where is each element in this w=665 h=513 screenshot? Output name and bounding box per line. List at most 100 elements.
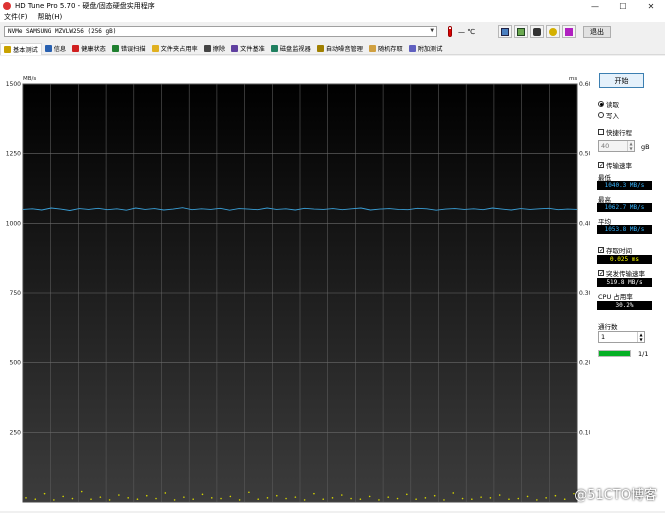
access-time-point bbox=[71, 497, 74, 500]
screenshot-button[interactable] bbox=[530, 25, 544, 38]
drive-select[interactable]: NVMe SAMSUNG MZVLW256 (256 gB) ▼ bbox=[4, 26, 437, 37]
spin-arrows-icon[interactable]: ▲ ▼ bbox=[627, 141, 634, 151]
y2-tick-label: 0.30 bbox=[579, 290, 590, 297]
tab-8[interactable]: 自动噪音管理 bbox=[314, 43, 366, 55]
access-time-checkbox[interactable]: ✓ 存取时间 bbox=[598, 245, 632, 255]
document-icon bbox=[231, 45, 239, 52]
copy-info-icon bbox=[501, 27, 509, 36]
close-button[interactable]: ✕ bbox=[637, 0, 665, 12]
progress-fill bbox=[599, 351, 630, 356]
minimize-button[interactable]: — bbox=[581, 0, 609, 12]
tab-9[interactable]: 随机存取 bbox=[366, 43, 406, 55]
access-time-point bbox=[303, 499, 306, 501]
access-time-point bbox=[80, 490, 83, 493]
short-stroke-label: 快捷行程 bbox=[606, 129, 632, 137]
tab-1[interactable]: 信息 bbox=[42, 43, 69, 55]
burst-rate-checkbox[interactable]: ✓ 突发传输速率 bbox=[598, 268, 645, 278]
menu-bar: 文件(F) 帮助(H) bbox=[0, 12, 665, 22]
passes-input[interactable]: 1 ▲ ▼ bbox=[598, 331, 645, 343]
radio-dot bbox=[598, 101, 604, 107]
access-time-point bbox=[396, 497, 399, 500]
access-time-point bbox=[368, 495, 371, 498]
access-time-point bbox=[359, 498, 362, 501]
access-time-point bbox=[545, 497, 547, 499]
access-time-point bbox=[145, 494, 148, 497]
access-time-point bbox=[285, 497, 287, 500]
magnifier-icon bbox=[111, 45, 119, 52]
key-icon bbox=[549, 27, 557, 36]
tab-5[interactable]: 擦除 bbox=[201, 43, 228, 55]
bulb-icon bbox=[4, 45, 11, 53]
y2-tick-label: 0.20 bbox=[579, 360, 590, 367]
access-time-point bbox=[266, 497, 269, 499]
access-time-point bbox=[53, 499, 55, 501]
access-time-point bbox=[452, 492, 455, 494]
access-time-point bbox=[378, 499, 380, 501]
checkbox-box: ✓ bbox=[598, 270, 605, 277]
access-time-point bbox=[480, 496, 482, 498]
transfer-rate-label: 传输速率 bbox=[606, 162, 632, 170]
min-readout: 1040.3 MB/s bbox=[597, 181, 652, 190]
monitor-icon bbox=[270, 45, 278, 52]
access-time-point bbox=[34, 498, 37, 501]
maximize-button[interactable]: ☐ bbox=[609, 0, 637, 12]
tab-2[interactable]: 健康状态 bbox=[69, 43, 109, 55]
access-time-readout: 0.025 ms bbox=[597, 255, 652, 264]
short-stroke-unit: gB bbox=[641, 143, 650, 151]
access-time-point bbox=[164, 492, 167, 494]
exit-button[interactable]: 退出 bbox=[583, 26, 611, 38]
radio-dot bbox=[598, 112, 604, 118]
menu-help[interactable]: 帮助(H) bbox=[38, 12, 63, 22]
tab-4[interactable]: 文件夹占用率 bbox=[149, 43, 201, 55]
dice-icon bbox=[368, 45, 376, 52]
y2-axis-unit: ms bbox=[569, 76, 577, 82]
folder-icon bbox=[151, 45, 159, 52]
y-tick-label: 250 bbox=[10, 429, 22, 436]
checkbox-box bbox=[598, 129, 604, 135]
access-time-point bbox=[322, 498, 325, 501]
write-radio[interactable]: 写入 bbox=[598, 110, 619, 120]
short-stroke-checkbox[interactable]: 快捷行程 bbox=[598, 127, 632, 137]
main-panel: 1500 1250 1000 750 500 250 0.60 0.50 0.40 0.30 0.2… bbox=[0, 56, 665, 511]
copy-screen-button[interactable] bbox=[514, 25, 528, 38]
access-time-point bbox=[118, 494, 120, 496]
y2-tick-label: 0.60 bbox=[579, 81, 590, 88]
tab-0[interactable]: 基本测试 bbox=[0, 42, 42, 55]
title-bar: HD Tune Pro 5.70 - 硬盘/固态硬盘实用程序 — ☐ ✕ bbox=[0, 0, 665, 12]
access-time-point bbox=[554, 494, 557, 497]
access-time-point bbox=[220, 497, 222, 500]
speaker-icon bbox=[316, 45, 324, 52]
start-button[interactable]: 开始 bbox=[599, 73, 644, 88]
short-stroke-input[interactable]: 40 ▲ ▼ bbox=[598, 140, 635, 152]
menu-file[interactable]: 文件(F) bbox=[4, 12, 28, 22]
options-button[interactable] bbox=[546, 25, 560, 38]
access-time-point bbox=[461, 497, 464, 500]
access-time-point bbox=[387, 496, 390, 498]
tab-label: 错误扫描 bbox=[120, 46, 146, 53]
tab-label: 信息 bbox=[53, 46, 67, 53]
read-radio[interactable]: 读取 bbox=[598, 99, 619, 109]
tab-label: 磁盘监视器 bbox=[279, 46, 311, 53]
read-label: 读取 bbox=[606, 101, 619, 109]
bottle-icon bbox=[44, 45, 52, 52]
spin-arrows-icon[interactable]: ▲ ▼ bbox=[637, 332, 644, 342]
tab-label: 随机存取 bbox=[377, 46, 403, 53]
access-time-point bbox=[99, 496, 102, 498]
tab-label: 擦除 bbox=[212, 46, 226, 53]
transfer-rate-checkbox[interactable]: ✓ 传输速率 bbox=[598, 160, 632, 170]
trash-icon bbox=[203, 45, 211, 52]
control-panel: 开始 读取 写入 快捷行程 40 ▲ ▼ gB ✓ 传输速率 最低 1040.3 … bbox=[595, 56, 665, 511]
checkbox-box: ✓ bbox=[598, 247, 605, 254]
tab-7[interactable]: 磁盘监视器 bbox=[268, 43, 314, 55]
tab-6[interactable]: 文件基准 bbox=[228, 43, 268, 55]
tab-3[interactable]: 错误扫描 bbox=[109, 43, 149, 55]
save-button[interactable] bbox=[562, 25, 576, 38]
access-time-point bbox=[248, 491, 250, 494]
chart-svg: 1500 1250 1000 750 500 250 0.60 0.50 0.40 0.30 0.2… bbox=[6, 76, 593, 503]
access-time-point bbox=[275, 494, 278, 497]
copy-info-button[interactable] bbox=[498, 25, 512, 38]
access-time-point bbox=[489, 497, 492, 499]
cpu-readout: 30.2% bbox=[597, 301, 652, 310]
access-time-point bbox=[173, 499, 176, 501]
tab-10[interactable]: 附加测试 bbox=[406, 43, 446, 55]
